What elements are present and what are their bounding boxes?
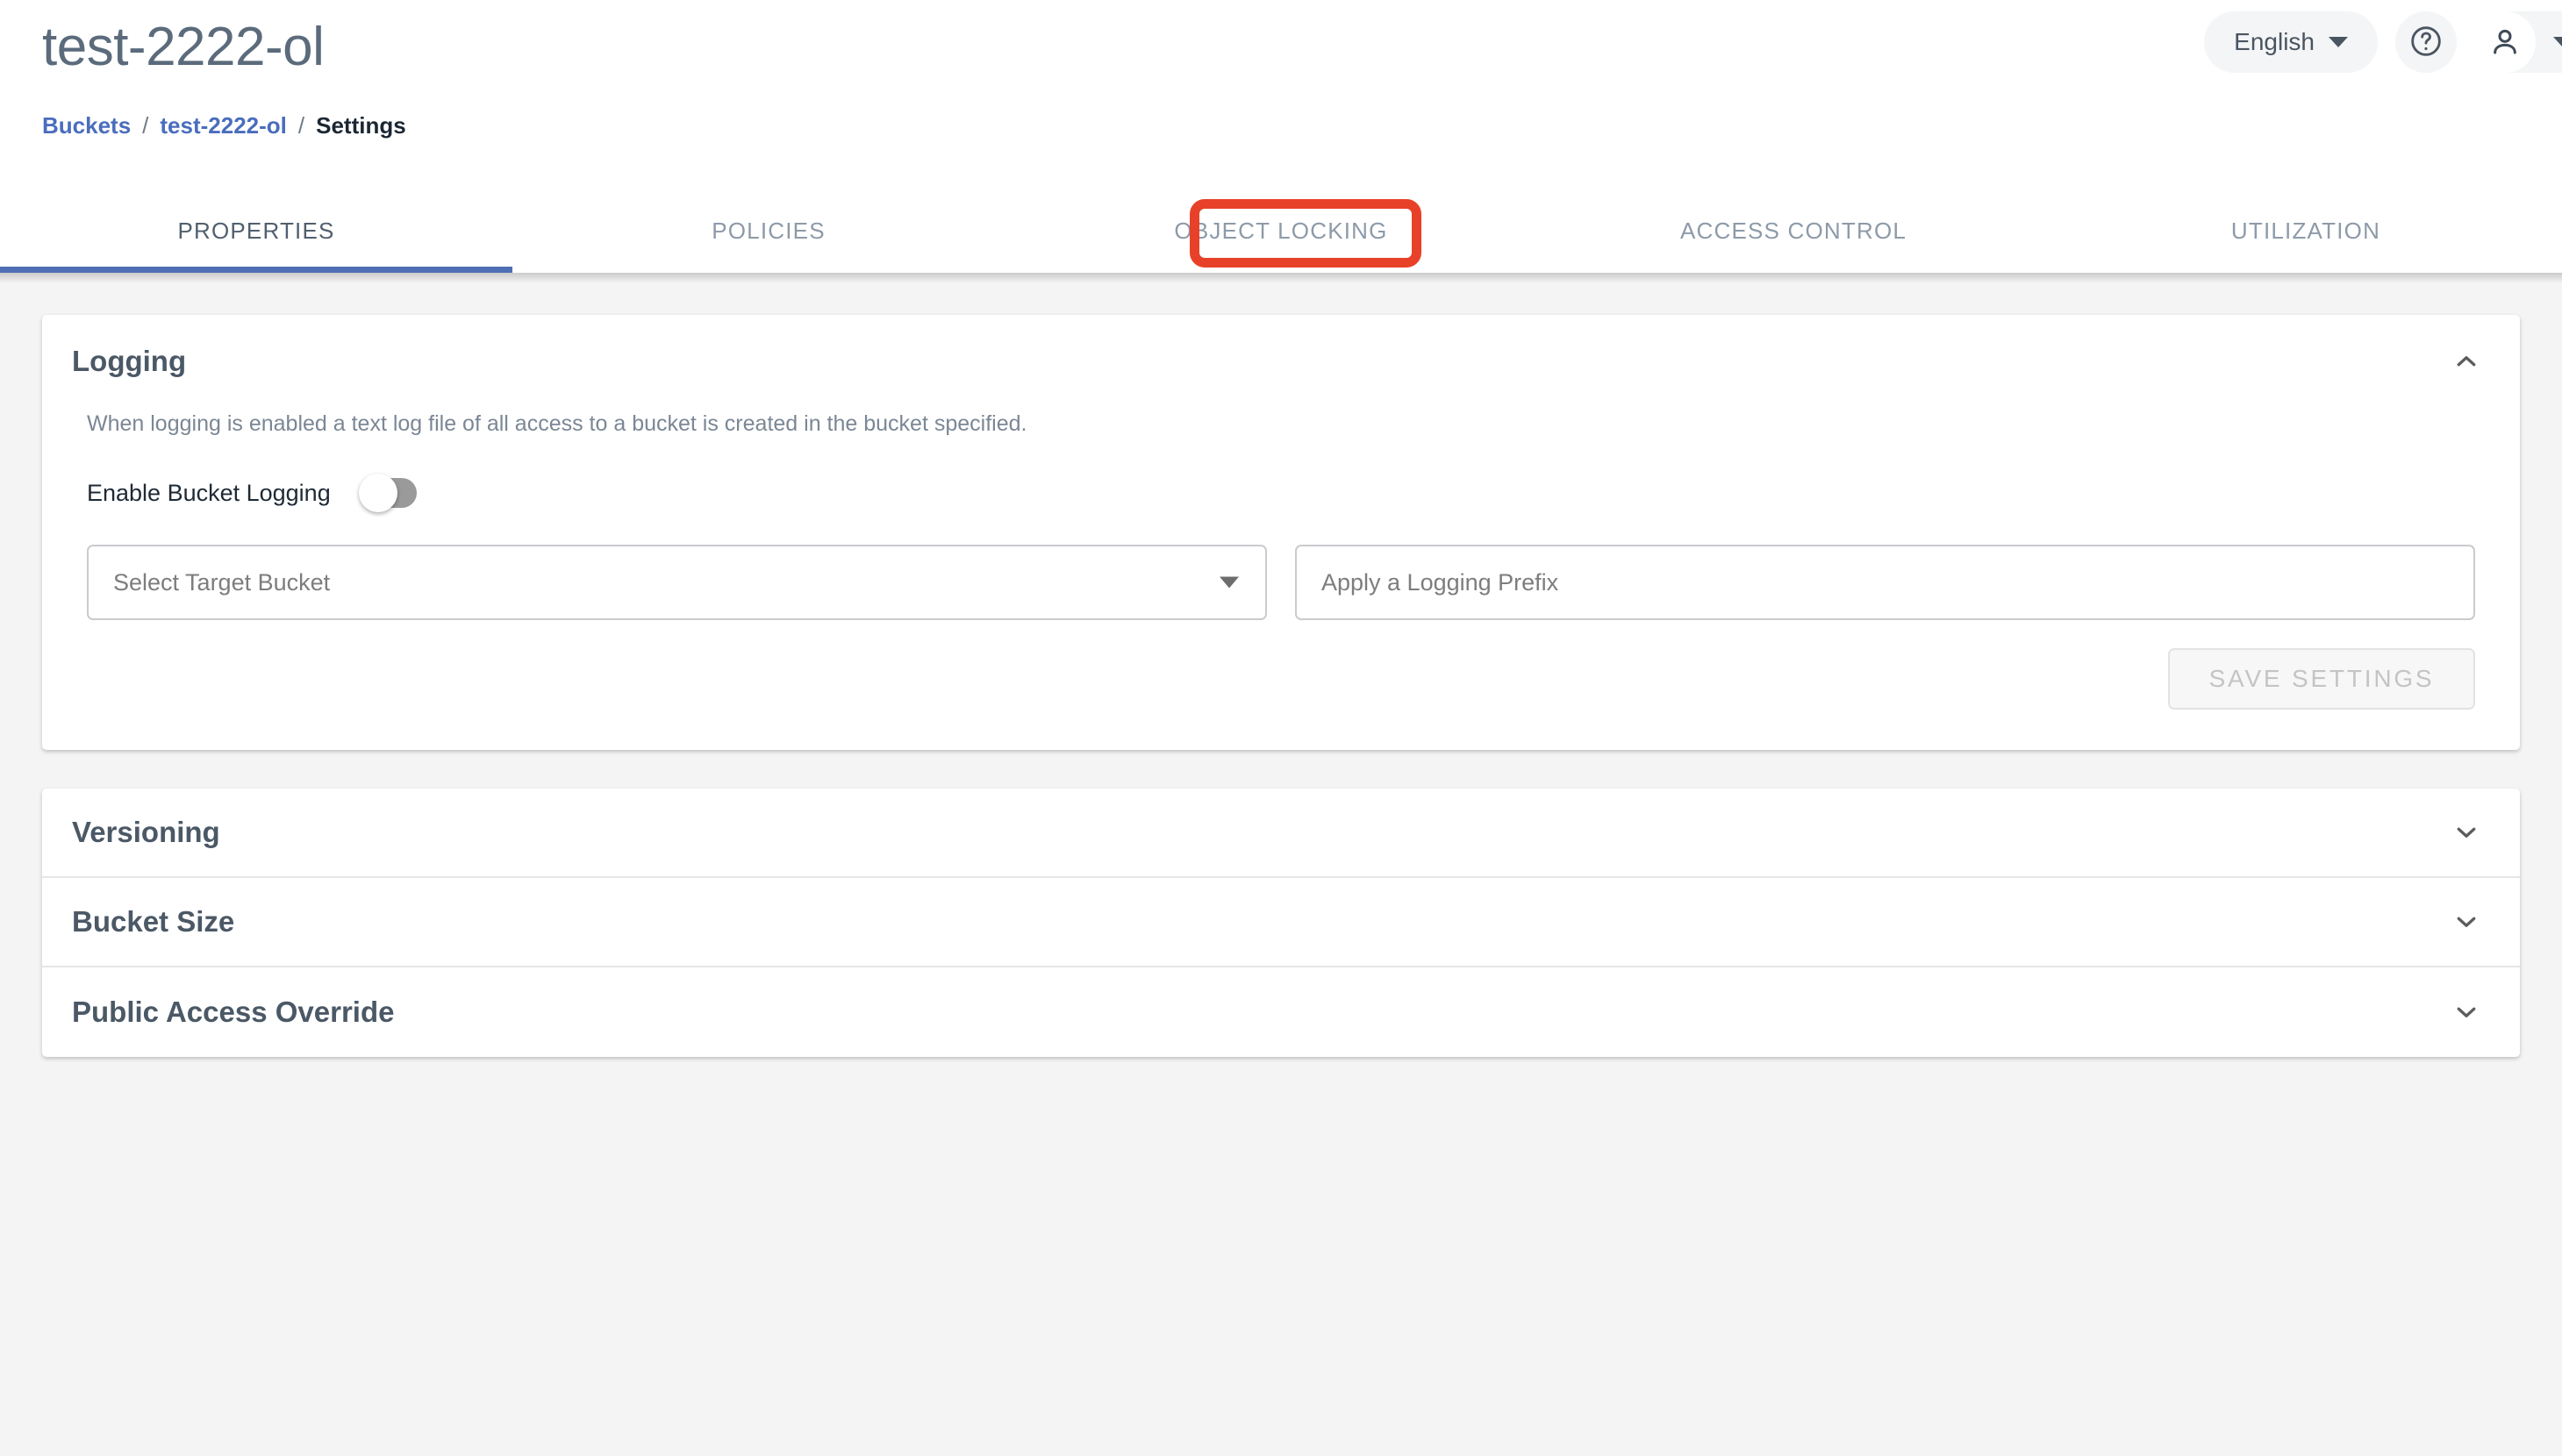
section-bucket-size-title: Bucket Size bbox=[72, 905, 235, 938]
chevron-down-icon bbox=[2329, 37, 2348, 47]
chevron-down-icon[interactable] bbox=[2453, 909, 2480, 935]
logging-card: Logging When logging is enabled a text l… bbox=[42, 315, 2520, 750]
account-menu[interactable] bbox=[2474, 11, 2562, 73]
tab-object-locking[interactable]: OBJECT LOCKING bbox=[1025, 189, 1537, 273]
breadcrumb-separator: / bbox=[142, 112, 149, 139]
tab-access-control[interactable]: ACCESS CONTROL bbox=[1537, 189, 2050, 273]
target-bucket-select[interactable]: Select Target Bucket bbox=[87, 545, 1267, 620]
breadcrumb-link-buckets[interactable]: Buckets bbox=[42, 112, 131, 139]
chevron-up-icon[interactable] bbox=[2453, 348, 2480, 375]
enable-bucket-logging-label: Enable Bucket Logging bbox=[87, 479, 331, 506]
section-bucket-size[interactable]: Bucket Size bbox=[42, 878, 2520, 967]
enable-bucket-logging-row: Enable Bucket Logging bbox=[72, 437, 2490, 512]
breadcrumb-separator: / bbox=[297, 112, 305, 139]
page-header: test-2222-ol Buckets / test-2222-ol / Se… bbox=[0, 0, 2562, 189]
logging-prefix-placeholder: Apply a Logging Prefix bbox=[1321, 568, 1559, 596]
save-settings-button[interactable]: SAVE SETTINGS bbox=[2168, 648, 2475, 710]
chevron-down-icon[interactable] bbox=[2453, 819, 2480, 846]
logging-actions-row: SAVE SETTINGS bbox=[72, 620, 2490, 750]
bucket-settings-page: test-2222-ol Buckets / test-2222-ol / Se… bbox=[0, 0, 2562, 1456]
dropdown-arrow-icon bbox=[1220, 576, 1239, 589]
breadcrumb-link-bucket[interactable]: test-2222-ol bbox=[160, 112, 287, 139]
section-public-access-override[interactable]: Public Access Override bbox=[42, 967, 2520, 1057]
header-actions: English bbox=[2204, 11, 2562, 73]
page-title: test-2222-ol bbox=[42, 17, 325, 77]
logging-header[interactable]: Logging bbox=[42, 315, 2520, 404]
tab-utilization[interactable]: UTILIZATION bbox=[2050, 189, 2562, 273]
tab-list: PROPERTIES POLICIES OBJECT LOCKING ACCES… bbox=[0, 189, 2562, 273]
settings-accordion: Versioning Bucket Size Public Access Ove… bbox=[42, 789, 2520, 1057]
logging-description: When logging is enabled a text log file … bbox=[87, 411, 1027, 436]
chevron-down-icon bbox=[2553, 37, 2562, 47]
logging-title: Logging bbox=[72, 345, 187, 377]
section-versioning[interactable]: Versioning bbox=[42, 789, 2520, 878]
breadcrumb-current-settings: Settings bbox=[316, 112, 406, 139]
chevron-down-icon[interactable] bbox=[2453, 999, 2480, 1025]
logging-body: When logging is enabled a text log file … bbox=[42, 404, 2520, 750]
settings-content: Logging When logging is enabled a text l… bbox=[0, 273, 2562, 1057]
logging-prefix-input[interactable]: Apply a Logging Prefix bbox=[1295, 545, 2475, 620]
tab-properties[interactable]: PROPERTIES bbox=[0, 189, 512, 273]
header-top-row: test-2222-ol Buckets / test-2222-ol / Se… bbox=[0, 0, 2562, 189]
language-selector[interactable]: English bbox=[2204, 11, 2378, 73]
section-versioning-title: Versioning bbox=[72, 816, 220, 848]
help-circle-icon bbox=[2408, 24, 2444, 61]
enable-bucket-logging-toggle[interactable] bbox=[358, 474, 417, 512]
breadcrumb: Buckets / test-2222-ol / Settings bbox=[42, 112, 406, 139]
active-tab-indicator bbox=[0, 267, 512, 273]
tab-bar: PROPERTIES POLICIES OBJECT LOCKING ACCES… bbox=[0, 189, 2562, 283]
target-bucket-placeholder: Select Target Bucket bbox=[113, 568, 331, 596]
tab-policies[interactable]: POLICIES bbox=[512, 189, 1025, 273]
section-public-access-override-title: Public Access Override bbox=[72, 996, 395, 1028]
help-button[interactable] bbox=[2395, 11, 2457, 73]
avatar bbox=[2474, 11, 2536, 73]
logging-fields-row: Select Target Bucket Apply a Logging Pre… bbox=[72, 508, 2490, 620]
toggle-knob bbox=[358, 474, 397, 512]
language-label: English bbox=[2234, 28, 2315, 55]
